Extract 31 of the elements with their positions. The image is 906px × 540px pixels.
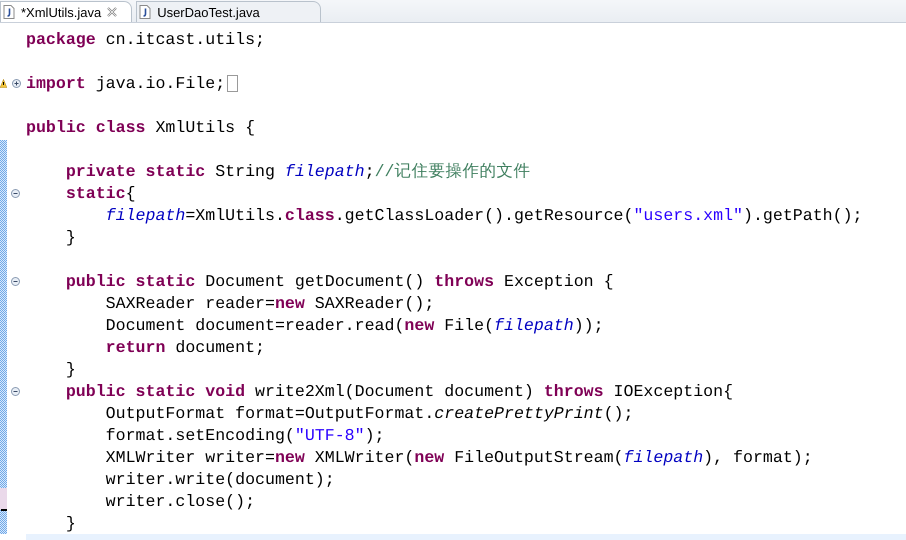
java-file-icon: [139, 5, 152, 19]
code-line: }: [64, 228, 76, 246]
expand-icon[interactable]: [12, 78, 21, 88]
code-line: public static Document getDocument() throws Exception {: [64, 272, 614, 290]
code-line: XMLWriter writer=new XMLWriter(new FileOutputStream(filepath), format);: [104, 448, 813, 466]
code-line: import java.io.File;: [26, 74, 226, 92]
code-line: format.setEncoding("UTF-8");: [104, 426, 385, 444]
code-line: writer.close();: [104, 492, 256, 510]
code-line: SAXReader reader=new SAXReader();: [104, 294, 434, 312]
tab-label: *XmlUtils.java: [21, 4, 102, 20]
code-line: }: [64, 360, 76, 378]
tab-label: UserDaoTest.java: [157, 4, 260, 20]
close-icon[interactable]: [107, 7, 118, 17]
collapse-icon[interactable]: [11, 276, 20, 286]
folded-code-marker[interactable]: [227, 74, 238, 92]
editor-tab[interactable]: *XmlUtils.java: [0, 1, 132, 22]
code-line: OutputFormat format=OutputFormat.createPrettyPrint();: [104, 404, 634, 422]
code-line: Document document=reader.read(new File(filepath));: [104, 316, 604, 334]
code-line: return document;: [104, 338, 266, 356]
java-file-icon: [3, 5, 15, 19]
editor-tab[interactable]: UserDaoTest.java: [136, 1, 321, 22]
code-line: filepath=XmlUtils.class.getClassLoader().getResource("users.xml").getPath();: [104, 206, 863, 224]
code-line: package cn.itcast.utils;: [26, 30, 266, 48]
collapse-icon[interactable]: [11, 188, 20, 198]
code-line: public class XmlUtils {: [26, 118, 256, 136]
code-line: }: [64, 514, 76, 532]
code-line: private static String filepath;//记住要操作的文件: [64, 161, 530, 182]
collapse-icon[interactable]: [11, 386, 20, 396]
code-line: static{: [64, 184, 136, 202]
code-line: public static void write2Xml(Document document) throws IOException{: [64, 382, 734, 400]
code-line: writer.write(document);: [104, 470, 335, 488]
